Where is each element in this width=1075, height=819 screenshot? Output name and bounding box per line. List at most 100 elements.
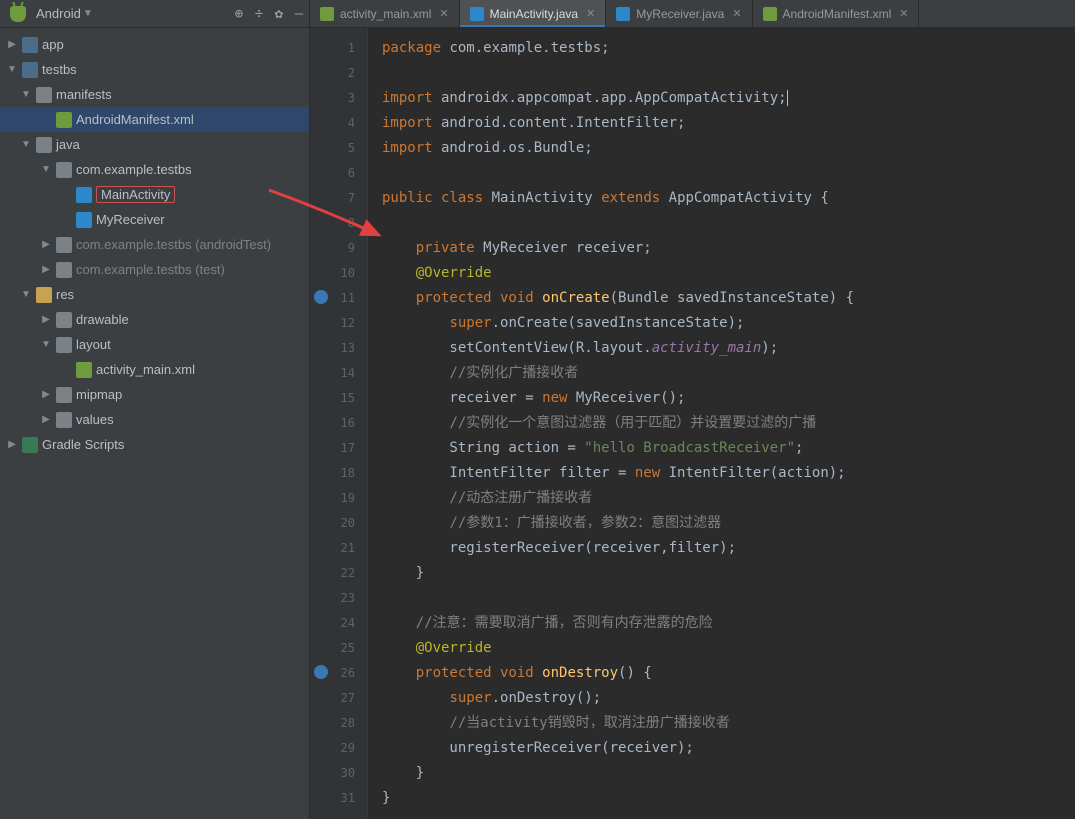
tree-item-mipmap[interactable]: mipmap <box>0 382 309 407</box>
expand-arrow-icon[interactable] <box>6 64 18 75</box>
override-icon[interactable] <box>314 665 328 679</box>
code-line[interactable]: receiver = new MyReceiver(); <box>382 386 1075 411</box>
tree-item-drawable[interactable]: drawable <box>0 307 309 332</box>
expand-arrow-icon[interactable] <box>20 89 32 100</box>
tree-item-AndroidManifest-xml[interactable]: AndroidManifest.xml <box>0 107 309 132</box>
tree-item-java[interactable]: java <box>0 132 309 157</box>
code-editor[interactable]: 1234567891011121314151617181920212223242… <box>310 28 1075 819</box>
close-icon[interactable]: ✕ <box>899 7 908 20</box>
dir-icon <box>36 87 52 103</box>
code-line[interactable]: //参数1：广播接收者，参数2：意图过滤器 <box>382 511 1075 536</box>
code-line[interactable]: //当activity销毁时，取消注册广播接收者 <box>382 711 1075 736</box>
code-line[interactable]: //注意：需要取消广播，否则有内存泄露的危险 <box>382 611 1075 636</box>
filter-icon[interactable]: ÷ <box>249 6 269 22</box>
tree-item-com-example-testbs[interactable]: com.example.testbs <box>0 157 309 182</box>
code-area[interactable]: package com.example.testbs; import andro… <box>368 28 1075 819</box>
line-number: 24 <box>310 611 355 636</box>
code-line[interactable]: } <box>382 561 1075 586</box>
dir-icon <box>56 387 72 403</box>
line-number: 27 <box>310 686 355 711</box>
tab-label: activity_main.xml <box>340 7 431 21</box>
tree-item-res[interactable]: res <box>0 282 309 307</box>
line-number: 25 <box>310 636 355 661</box>
line-number: 4 <box>310 111 355 136</box>
code-line[interactable]: registerReceiver(receiver,filter); <box>382 536 1075 561</box>
code-line[interactable] <box>382 211 1075 236</box>
code-line[interactable]: } <box>382 786 1075 811</box>
close-icon[interactable]: ✕ <box>732 7 741 20</box>
tree-item-com-example-testbs[interactable]: com.example.testbs (androidTest) <box>0 232 309 257</box>
tree-label: MainActivity <box>96 186 175 203</box>
line-number: 20 <box>310 511 355 536</box>
code-line[interactable]: setContentView(R.layout.activity_main); <box>382 336 1075 361</box>
tab-AndroidManifest-xml[interactable]: AndroidManifest.xml ✕ <box>753 0 920 27</box>
gear-icon[interactable]: ✿ <box>269 6 289 22</box>
expand-arrow-icon[interactable] <box>20 289 32 300</box>
file-type-icon <box>320 7 334 21</box>
code-line[interactable]: //实例化一个意图过滤器（用于匹配）并设置要过滤的广播 <box>382 411 1075 436</box>
android-logo-icon <box>10 6 26 22</box>
expand-arrow-icon[interactable] <box>40 164 52 175</box>
code-line[interactable]: } <box>382 761 1075 786</box>
code-line[interactable]: private MyReceiver receiver; <box>382 236 1075 261</box>
code-line[interactable] <box>382 61 1075 86</box>
code-line[interactable]: //实例化广播接收者 <box>382 361 1075 386</box>
expand-arrow-icon[interactable] <box>6 439 18 450</box>
project-view-title[interactable]: Android <box>36 6 81 21</box>
tree-label: MyReceiver <box>96 212 165 227</box>
expand-arrow-icon[interactable] <box>6 39 18 50</box>
tree-item-activity_main-xml[interactable]: activity_main.xml <box>0 357 309 382</box>
line-number: 23 <box>310 586 355 611</box>
tree-item-values[interactable]: values <box>0 407 309 432</box>
tree-label: res <box>56 287 74 302</box>
tree-item-Gradle-Scripts[interactable]: Gradle Scripts <box>0 432 309 457</box>
expand-arrow-icon[interactable] <box>40 389 52 400</box>
tree-item-manifests[interactable]: manifests <box>0 82 309 107</box>
code-line[interactable]: unregisterReceiver(receiver); <box>382 736 1075 761</box>
expand-arrow-icon[interactable] <box>40 414 52 425</box>
close-icon[interactable]: ✕ <box>439 7 448 20</box>
tab-MyReceiver-java[interactable]: MyReceiver.java✕ <box>606 0 752 27</box>
code-line[interactable]: protected void onCreate(Bundle savedInst… <box>382 286 1075 311</box>
tab-label: MainActivity.java <box>490 7 578 21</box>
tree-item-MainActivity[interactable]: MainActivity <box>0 182 309 207</box>
code-line[interactable]: public class MainActivity extends AppCom… <box>382 186 1075 211</box>
expand-arrow-icon[interactable] <box>40 314 52 325</box>
tab-activity_main-xml[interactable]: activity_main.xml ✕ <box>310 0 460 27</box>
dropdown-icon[interactable]: ▼ <box>85 8 91 19</box>
code-line[interactable]: super.onDestroy(); <box>382 686 1075 711</box>
pkg-icon <box>56 237 72 253</box>
code-line[interactable]: super.onCreate(savedInstanceState); <box>382 311 1075 336</box>
expand-arrow-icon[interactable] <box>40 264 52 275</box>
code-line[interactable]: package com.example.testbs; <box>382 36 1075 61</box>
file-type-icon <box>763 7 777 21</box>
code-line[interactable]: String action = "hello BroadcastReceiver… <box>382 436 1075 461</box>
override-icon[interactable] <box>314 290 328 304</box>
tab-MainActivity-java[interactable]: MainActivity.java ✕ <box>460 0 607 27</box>
tree-label: com.example.testbs (androidTest) <box>76 237 271 252</box>
tree-item-testbs[interactable]: testbs <box>0 57 309 82</box>
code-line[interactable]: //动态注册广播接收者 <box>382 486 1075 511</box>
code-line[interactable]: import androidx.appcompat.app.AppCompatA… <box>382 86 1075 111</box>
code-line[interactable]: @Override <box>382 636 1075 661</box>
code-line[interactable]: import android.content.IntentFilter; <box>382 111 1075 136</box>
expand-arrow-icon[interactable] <box>20 139 32 150</box>
close-icon[interactable]: ✕ <box>586 7 595 20</box>
code-line[interactable]: IntentFilter filter = new IntentFilter(a… <box>382 461 1075 486</box>
code-line[interactable]: protected void onDestroy() { <box>382 661 1075 686</box>
tree-item-MyReceiver[interactable]: MyReceiver <box>0 207 309 232</box>
tree-item-layout[interactable]: layout <box>0 332 309 357</box>
tree-item-com-example-testbs[interactable]: com.example.testbs (test) <box>0 257 309 282</box>
project-tree[interactable]: apptestbsmanifestsAndroidManifest.xmljav… <box>0 28 310 819</box>
mod-icon <box>22 37 38 53</box>
code-line[interactable] <box>382 161 1075 186</box>
code-line[interactable]: @Override <box>382 261 1075 286</box>
tree-item-app[interactable]: app <box>0 32 309 57</box>
collapse-icon[interactable]: — <box>289 6 309 22</box>
target-icon[interactable]: ⊕ <box>229 6 249 22</box>
code-line[interactable] <box>382 586 1075 611</box>
expand-arrow-icon[interactable] <box>40 339 52 350</box>
code-line[interactable]: import android.os.Bundle; <box>382 136 1075 161</box>
tab-label: AndroidManifest.xml <box>783 7 892 21</box>
expand-arrow-icon[interactable] <box>40 239 52 250</box>
